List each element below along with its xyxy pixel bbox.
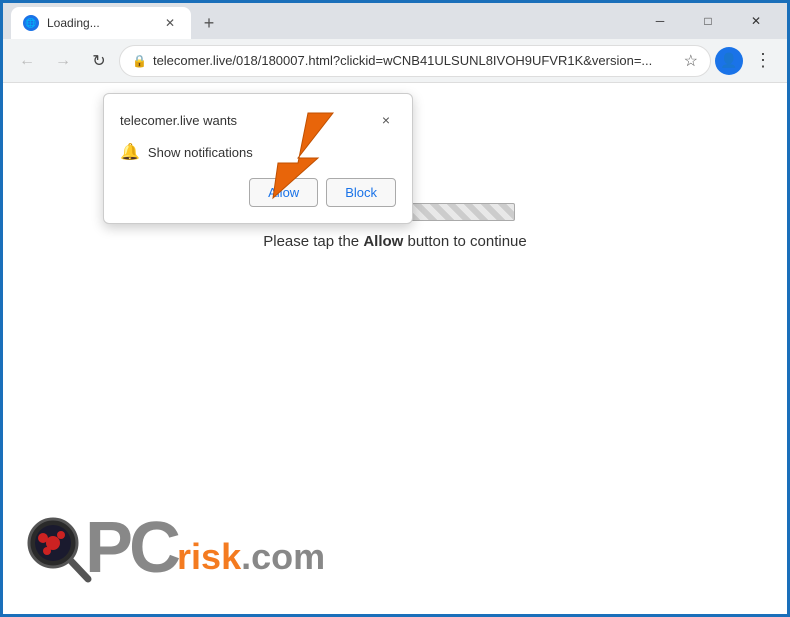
page-content: telecomer.live wants × 🔔 Show notificati… <box>3 83 787 614</box>
navbar: ← → ↻ 🔒 telecomer.live/018/180007.html?c… <box>3 39 787 83</box>
lock-icon: 🔒 <box>132 54 147 68</box>
tab-area: 🌐 Loading... ✕ + <box>11 3 629 39</box>
tab-favicon: 🌐 <box>23 15 39 31</box>
pcrisk-risk-text: risk <box>177 536 241 578</box>
bookmark-icon[interactable]: ☆ <box>684 51 698 71</box>
page-instruction: Please tap the Allow button to continue <box>263 233 527 250</box>
back-button[interactable]: ← <box>11 45 43 77</box>
close-button[interactable]: ✕ <box>733 5 779 37</box>
popup-title: telecomer.live wants <box>120 113 237 128</box>
bell-icon: 🔔 <box>120 142 140 162</box>
tab-title: Loading... <box>47 16 153 30</box>
popup-close-button[interactable]: × <box>376 110 396 130</box>
popup-notification-label: Show notifications <box>148 145 253 160</box>
address-bar[interactable]: 🔒 telecomer.live/018/180007.html?clickid… <box>119 45 711 77</box>
pcrisk-com-text: .com <box>241 536 325 578</box>
magnifier-icon <box>23 513 93 583</box>
new-tab-button[interactable]: + <box>195 9 223 37</box>
profile-button[interactable]: 👤 <box>715 47 743 75</box>
pcrisk-logo: PC risk .com <box>23 512 325 584</box>
arrow-icon <box>253 103 353 203</box>
titlebar: 🌐 Loading... ✕ + ─ □ ✕ <box>3 3 787 39</box>
window-controls: ─ □ ✕ <box>637 5 779 37</box>
arrow-overlay <box>253 103 353 208</box>
tab-close-button[interactable]: ✕ <box>161 14 179 32</box>
menu-button[interactable]: ⋮ <box>747 45 779 77</box>
maximize-button[interactable]: □ <box>685 5 731 37</box>
address-text: telecomer.live/018/180007.html?clickid=w… <box>153 53 678 68</box>
pcrisk-pc-text: PC <box>85 512 177 584</box>
refresh-button[interactable]: ↻ <box>83 45 115 77</box>
active-tab[interactable]: 🌐 Loading... ✕ <box>11 7 191 39</box>
forward-button[interactable]: → <box>47 45 79 77</box>
minimize-button[interactable]: ─ <box>637 5 683 37</box>
